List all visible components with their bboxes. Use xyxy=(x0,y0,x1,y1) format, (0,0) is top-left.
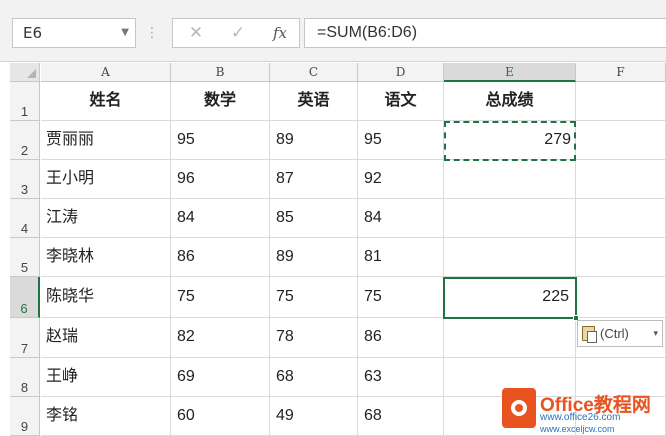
row-header-9[interactable]: 9 xyxy=(10,397,40,436)
cell-d6[interactable]: 75 xyxy=(358,277,444,318)
column-header-e[interactable]: E xyxy=(444,63,576,82)
column-header-c[interactable]: C xyxy=(270,63,358,82)
row-header-7[interactable]: 7 xyxy=(10,318,40,358)
cell-b5[interactable]: 86 xyxy=(171,238,270,277)
cell-d4[interactable]: 84 xyxy=(358,199,444,238)
watermark-url-1: www.office26.com xyxy=(540,412,621,423)
cell-b6[interactable]: 75 xyxy=(171,277,270,318)
row-header-3[interactable]: 3 xyxy=(10,160,40,199)
cell-c6[interactable]: 75 xyxy=(270,277,358,318)
cell-f1[interactable] xyxy=(576,82,666,121)
row-header-4[interactable]: 4 xyxy=(10,199,40,238)
insert-function-button[interactable]: fx xyxy=(265,19,295,47)
cell-e4[interactable] xyxy=(444,199,576,238)
cancel-icon[interactable]: ✕ xyxy=(181,19,211,47)
cell-b2[interactable]: 95 xyxy=(171,121,270,160)
cell-c8[interactable]: 68 xyxy=(270,358,358,397)
cell-c7[interactable]: 78 xyxy=(270,318,358,358)
name-box-value: E6 xyxy=(23,24,43,42)
paste-options-label: (Ctrl) xyxy=(600,326,629,341)
formula-bar-buttons: ✕ ✓ fx xyxy=(172,18,300,48)
cell-e6[interactable]: 225 xyxy=(444,277,576,318)
cell-a6[interactable]: 陈晓华 xyxy=(41,277,171,318)
cell-a7[interactable]: 赵瑞 xyxy=(41,318,171,358)
cell-b7[interactable]: 82 xyxy=(171,318,270,358)
cell-a8[interactable]: 王峥 xyxy=(41,358,171,397)
column-header-f[interactable]: F xyxy=(576,63,666,82)
cell-d2[interactable]: 95 xyxy=(358,121,444,160)
formula-bar: E6 ▼ ⋮ ✕ ✓ fx =SUM(B6:D6) xyxy=(0,0,666,62)
cell-a4[interactable]: 江涛 xyxy=(41,199,171,238)
cell-c3[interactable]: 87 xyxy=(270,160,358,199)
cell-f3[interactable] xyxy=(576,160,666,199)
cell-b3[interactable]: 96 xyxy=(171,160,270,199)
cell-d3[interactable]: 92 xyxy=(358,160,444,199)
select-all-corner[interactable] xyxy=(10,63,40,82)
office-logo-icon xyxy=(502,388,536,428)
column-header-b[interactable]: B xyxy=(171,63,270,82)
row-header-5[interactable]: 5 xyxy=(10,238,40,277)
cell-a2[interactable]: 贾丽丽 xyxy=(41,121,171,160)
row-header-8[interactable]: 8 xyxy=(10,358,40,397)
cell-b4[interactable]: 84 xyxy=(171,199,270,238)
cell-c5[interactable]: 89 xyxy=(270,238,358,277)
cell-b8[interactable]: 69 xyxy=(171,358,270,397)
clipboard-paste-icon xyxy=(582,326,597,343)
cell-f2[interactable] xyxy=(576,121,666,160)
cell-d8[interactable]: 63 xyxy=(358,358,444,397)
chevron-down-icon: ▾ xyxy=(653,328,658,338)
grid-left-margin xyxy=(0,63,10,436)
cell-f4[interactable] xyxy=(576,199,666,238)
cell-d5[interactable]: 81 xyxy=(358,238,444,277)
cell-d9[interactable]: 68 xyxy=(358,397,444,436)
row-header-2[interactable]: 2 xyxy=(10,121,40,160)
row-header-6[interactable]: 6 xyxy=(10,277,40,318)
enter-check-icon[interactable]: ✓ xyxy=(223,19,253,47)
paste-options-button[interactable]: (Ctrl) ▾ xyxy=(577,320,663,347)
cell-c9[interactable]: 49 xyxy=(270,397,358,436)
cell-e2[interactable]: 279 xyxy=(444,121,576,160)
row-header-1[interactable]: 1 xyxy=(10,82,40,121)
cell-a1[interactable]: 姓名 xyxy=(41,82,171,121)
cell-a5[interactable]: 李晓林 xyxy=(41,238,171,277)
formula-bar-separator: ⋮ xyxy=(145,25,159,41)
cell-e5[interactable] xyxy=(444,238,576,277)
formula-input[interactable]: =SUM(B6:D6) xyxy=(304,18,666,48)
cell-c4[interactable]: 85 xyxy=(270,199,358,238)
cell-a9[interactable]: 李铭 xyxy=(41,397,171,436)
chevron-down-icon[interactable]: ▼ xyxy=(121,19,129,47)
name-box[interactable]: E6 ▼ xyxy=(12,18,136,48)
cell-c2[interactable]: 89 xyxy=(270,121,358,160)
cell-e3[interactable] xyxy=(444,160,576,199)
cell-c1[interactable]: 英语 xyxy=(270,82,358,121)
cell-d7[interactable]: 86 xyxy=(358,318,444,358)
cell-f6[interactable] xyxy=(576,277,666,318)
column-header-a[interactable]: A xyxy=(41,63,171,82)
worksheet-grid: A B C D E F 1 2 3 4 5 6 7 8 9 姓名 数学 英语 语… xyxy=(0,63,666,436)
cell-b1[interactable]: 数学 xyxy=(171,82,270,121)
cell-a3[interactable]: 王小明 xyxy=(41,160,171,199)
cell-f5[interactable] xyxy=(576,238,666,277)
cell-e1[interactable]: 总成绩 xyxy=(444,82,576,121)
cell-d1[interactable]: 语文 xyxy=(358,82,444,121)
column-header-d[interactable]: D xyxy=(358,63,444,82)
watermark-url-2: www.exceljcw.com xyxy=(540,424,615,434)
cell-b9[interactable]: 60 xyxy=(171,397,270,436)
watermark: Office教程网 www.office26.com www.exceljcw.… xyxy=(500,384,666,436)
cell-e7[interactable] xyxy=(444,318,576,358)
